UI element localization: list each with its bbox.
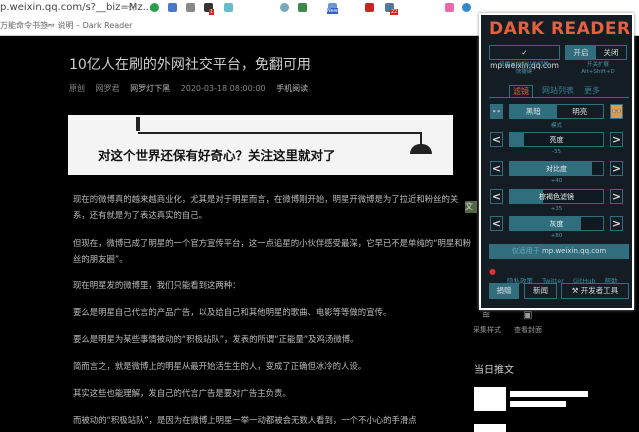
site-toggle-button[interactable]: ✓ mp.weixin.qq.com bbox=[489, 45, 560, 70]
ladybug-icon: ● bbox=[489, 267, 496, 276]
decrease-grayscale-button[interactable]: < bbox=[490, 216, 503, 231]
extension-icon[interactable] bbox=[298, 3, 307, 12]
extension-icon[interactable] bbox=[445, 3, 454, 12]
light-mode-icon[interactable]: 👓 bbox=[610, 104, 623, 119]
slider-label: 灰度 bbox=[549, 220, 564, 228]
on-button[interactable]: 开启 bbox=[566, 46, 596, 59]
light-mode-button[interactable]: 明亮 bbox=[557, 105, 604, 118]
decrease-sepia-button[interactable]: < bbox=[490, 189, 503, 204]
decrease-contrast-button[interactable]: < bbox=[490, 161, 503, 176]
paragraph: 要么是明星为某些事情被动的“积极站队”，发表的所谓“正能量”及鸡汤微博。 bbox=[73, 334, 359, 344]
paragraph: 其实这些也能理解，发自己的代言广告是要对广告主负责。 bbox=[73, 388, 291, 398]
account-link[interactable]: 网罗灯下黑 bbox=[130, 84, 170, 93]
extension-icon[interactable] bbox=[365, 3, 374, 12]
article-title: 10亿人在刷的外网社交平台，免翻可用 bbox=[69, 57, 311, 73]
bookmark-label: 说明 – Dark Reader bbox=[57, 21, 133, 30]
daily-posts-heading: 当日推文 bbox=[474, 365, 514, 376]
extension-icon[interactable] bbox=[462, 3, 471, 12]
news-button[interactable]: 新闻 bbox=[524, 283, 557, 299]
apply-to-site-button[interactable]: 仅适用于 mp.weixin.qq.com bbox=[489, 244, 629, 259]
tab-more[interactable]: 更多 bbox=[584, 85, 600, 96]
publish-date: 2020-03-18 08:00:00 bbox=[180, 84, 266, 93]
paragraph: 现在的微博真的越来越商业化，尤其是对于明星而言，在微博刚开始，明星开微博是为了拉… bbox=[73, 194, 459, 220]
off-button[interactable]: 关闭 bbox=[596, 46, 626, 59]
layers-icon[interactable]: ≋ bbox=[482, 310, 490, 321]
article-meta: 原创 网罗君 网罗灯下黑 2020-03-18 08:00:00 手机阅读 bbox=[69, 83, 316, 94]
extension-icon[interactable]: New bbox=[327, 3, 338, 14]
apply-prefix: 仅适用于 bbox=[511, 247, 540, 255]
plug-icon bbox=[136, 117, 140, 131]
contrast-slider[interactable]: 对比度 bbox=[509, 161, 604, 176]
dark-mode-button[interactable]: 黑暗 bbox=[510, 105, 557, 118]
notification-badge: 22 bbox=[390, 9, 399, 15]
grayscale-slider[interactable]: 灰度 bbox=[509, 216, 604, 231]
extension-icon[interactable] bbox=[186, 3, 195, 12]
slider-value: -35 bbox=[552, 149, 561, 155]
paragraph: 而被动的“积极站队”，是因为在微博上明星一举一动都被会无数人看到，一个不小心的手… bbox=[73, 415, 417, 425]
bookmark-star-icon[interactable]: ☆ bbox=[127, 1, 137, 14]
slider-label: 棕褐色滤镜 bbox=[539, 193, 574, 201]
toggle-hint[interactable]: 开关扩展 Alt+Shift+D bbox=[575, 62, 621, 76]
bookmark-item[interactable]: 万能命令书签 bbox=[0, 20, 48, 31]
view-cover-button[interactable]: 查看封面 bbox=[514, 325, 542, 335]
notification-badge: 1 bbox=[209, 9, 215, 15]
article-banner: 对这个世界还保有好奇心？关注这里就对了 bbox=[68, 115, 453, 175]
devtools-label: 开发者工具 bbox=[580, 286, 619, 295]
bookmark-item[interactable]: 👓 说明 – Dark Reader bbox=[45, 20, 132, 31]
increase-sepia-button[interactable]: > bbox=[610, 189, 623, 204]
banner-text: 对这个世界还保有好奇心？关注这里就对了 bbox=[98, 148, 336, 163]
increase-contrast-button[interactable]: > bbox=[610, 161, 623, 176]
tab-filter[interactable]: 滤镜 bbox=[509, 85, 533, 97]
mobile-read-link[interactable]: 手机阅读 bbox=[276, 84, 308, 93]
mode-label: 模式 bbox=[550, 123, 562, 129]
slider-value: +35 bbox=[550, 206, 563, 212]
extension-icon[interactable] bbox=[280, 3, 289, 12]
wire bbox=[420, 132, 422, 144]
slider-label: 亮度 bbox=[549, 136, 564, 144]
slider-value: +80 bbox=[550, 233, 563, 239]
mode-switch[interactable]: 黑暗 明亮 bbox=[509, 104, 604, 119]
tab-site-list[interactable]: 网站列表 bbox=[542, 85, 574, 96]
extension-icon[interactable] bbox=[224, 3, 233, 12]
paragraph: 要么是明星自己代言的产品广告，以及给自己和其他明星的歌曲、电影等等做的宣传。 bbox=[73, 307, 392, 317]
donate-button[interactable]: 捐赠 bbox=[489, 283, 519, 299]
increase-grayscale-button[interactable]: > bbox=[610, 216, 623, 231]
dark-reader-popup: DARK READER ✓ mp.weixin.qq.com 开启 关闭 设置当… bbox=[479, 13, 634, 310]
post-thumbnail[interactable] bbox=[474, 424, 506, 432]
slider-value: +40 bbox=[550, 178, 563, 184]
image-icon[interactable]: ▣ bbox=[523, 310, 532, 321]
brightness-slider[interactable]: 亮度 bbox=[509, 132, 604, 147]
apply-site: mp.weixin.qq.com bbox=[541, 247, 607, 255]
dark-mode-icon[interactable]: 👓 bbox=[490, 104, 503, 119]
side-tag[interactable]: 文 bbox=[465, 201, 477, 213]
paragraph: 简而言之，就是微博上的明星从最开始活生生的人，变成了正确但冰冷的人设。 bbox=[73, 361, 367, 371]
extension-icon[interactable] bbox=[150, 3, 159, 12]
post-thumbnail[interactable] bbox=[474, 387, 506, 411]
author: 网罗君 bbox=[95, 84, 120, 93]
original-tag: 原创 bbox=[69, 84, 85, 93]
devtools-button[interactable]: ⚒ 开发者工具 bbox=[561, 283, 629, 299]
paragraph: 现在明星发的微博里，我们只能看到这两种： bbox=[73, 280, 241, 290]
tab-divider bbox=[489, 97, 629, 98]
increase-brightness-button[interactable]: > bbox=[610, 132, 623, 147]
post-title-placeholder[interactable] bbox=[510, 401, 566, 407]
new-badge: New bbox=[327, 8, 338, 14]
sepia-slider[interactable]: 棕褐色滤镜 bbox=[509, 189, 604, 204]
lamp-icon bbox=[410, 144, 432, 154]
site-hint[interactable]: 设置当前网站的切换快捷键 bbox=[499, 62, 549, 76]
wire bbox=[138, 132, 421, 134]
dark-reader-logo: DARK READER bbox=[489, 19, 631, 39]
extension-icon[interactable] bbox=[168, 3, 177, 12]
paragraph: 但现在，微博已成了明星的一个官方宣传平台，这一点追星的小伙伴感受最深，它早已不是… bbox=[73, 238, 471, 264]
post-title-placeholder[interactable] bbox=[510, 391, 588, 397]
collect-style-button[interactable]: 采集样式 bbox=[473, 325, 501, 335]
decrease-brightness-button[interactable]: < bbox=[490, 132, 503, 147]
slider-label: 对比度 bbox=[546, 165, 567, 173]
extension-on-off-toggle[interactable]: 开启 关闭 bbox=[565, 45, 627, 60]
